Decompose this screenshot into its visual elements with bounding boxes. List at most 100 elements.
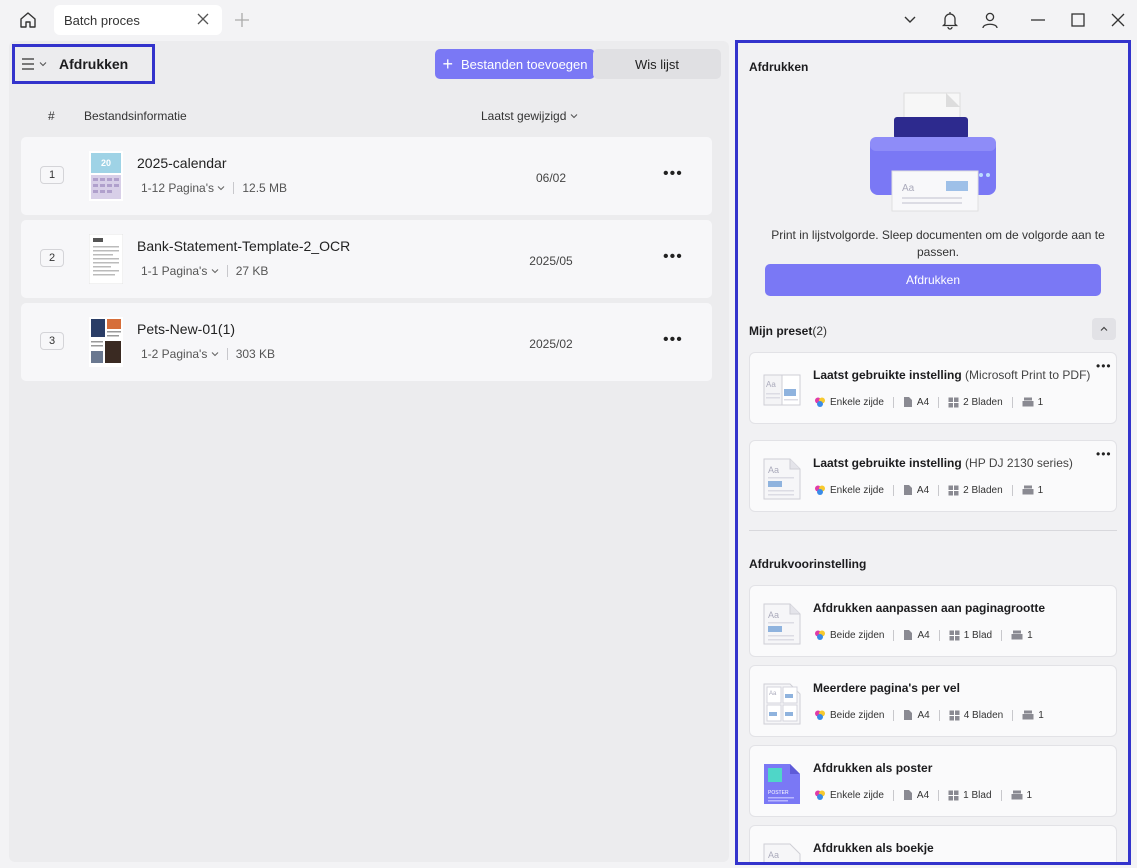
bell-icon[interactable] bbox=[940, 10, 960, 30]
file-meta: 1-2 Pagina's 303 KB bbox=[141, 347, 275, 361]
preset-name: Laatst gebruikte instelling (Microsoft P… bbox=[813, 368, 1091, 382]
table-row[interactable]: 3 Pets-New-01(1) 1-2 Pagina's 303 KB 202… bbox=[21, 303, 712, 381]
sheets-icon bbox=[948, 790, 959, 800]
file-thumbnail: 20 bbox=[89, 151, 123, 201]
preset-options: Beide zijden A4 4 Bladen 1 bbox=[814, 709, 1044, 721]
home-button[interactable] bbox=[14, 8, 42, 32]
preset-options: Enkele zijde A4 2 Bladen 1 bbox=[814, 396, 1043, 408]
clear-list-button[interactable]: Wis lijst bbox=[593, 49, 721, 79]
color-icon bbox=[815, 790, 825, 800]
sheets-icon bbox=[949, 710, 960, 720]
table-row[interactable]: 2 Bank-Statement-Template-2_OCR 1-1 Pagi… bbox=[21, 220, 712, 298]
tab-label: Batch proces bbox=[64, 12, 140, 28]
multi-page-icon: Aa bbox=[763, 683, 801, 725]
more-options-icon[interactable]: ••• bbox=[1096, 359, 1112, 373]
row-index: 2 bbox=[40, 249, 64, 267]
home-icon bbox=[20, 12, 36, 28]
print-panel-title: Afdrukken bbox=[749, 60, 809, 74]
more-options-icon[interactable]: ••• bbox=[663, 248, 683, 266]
svg-text:Aa: Aa bbox=[902, 183, 915, 194]
color-icon bbox=[815, 485, 825, 495]
sheets-icon bbox=[948, 397, 959, 407]
mode-menu[interactable]: Afdrukken bbox=[12, 44, 155, 84]
preset-name: Afdrukken als poster bbox=[813, 761, 933, 775]
sort-chevron-icon bbox=[571, 114, 578, 119]
page-title: Afdrukken bbox=[59, 56, 129, 72]
modified-date: 2025/02 bbox=[529, 337, 573, 351]
paper-size-icon bbox=[904, 630, 913, 640]
preset-card[interactable]: Aa Laatst gebruikte instelling (HP DJ 21… bbox=[749, 440, 1117, 512]
more-options-icon[interactable]: ••• bbox=[1096, 447, 1112, 461]
chevron-down-icon bbox=[39, 62, 47, 67]
row-index: 1 bbox=[40, 166, 64, 184]
close-tab-icon[interactable] bbox=[196, 12, 210, 26]
new-tab-icon[interactable] bbox=[232, 10, 252, 30]
preset-card[interactable]: Aa Afdrukken als boekje bbox=[749, 825, 1117, 862]
my-preset-title: Mijn preset(2) bbox=[749, 324, 828, 338]
file-meta: 1-12 Pagina's 12.5 MB bbox=[141, 181, 287, 195]
svg-text:Aa: Aa bbox=[769, 691, 777, 697]
svg-text:Aa: Aa bbox=[768, 610, 779, 620]
file-size: 303 KB bbox=[235, 347, 276, 361]
svg-text:Aa: Aa bbox=[766, 380, 776, 389]
table-row[interactable]: 1 20 2025-calendar 1-12 Pagina's 12.5 MB… bbox=[21, 137, 712, 215]
preset-options: Enkele zijde A4 2 Bladen 1 bbox=[814, 484, 1043, 496]
modified-date: 06/02 bbox=[535, 171, 567, 185]
preset-count: (2) bbox=[812, 324, 828, 338]
copies-icon bbox=[1011, 630, 1023, 640]
paper-size-icon bbox=[903, 790, 912, 800]
column-header-info: Bestandsinformatie bbox=[84, 109, 187, 123]
more-options-icon[interactable]: ••• bbox=[663, 165, 683, 183]
column-header-modified[interactable]: Laatst gewijzigd bbox=[481, 109, 578, 123]
page-preview-icon: Aa bbox=[763, 458, 801, 500]
svg-text:Aa: Aa bbox=[768, 465, 779, 475]
divider bbox=[749, 530, 1117, 531]
file-thumbnail bbox=[89, 234, 123, 284]
close-window-icon[interactable] bbox=[1108, 10, 1128, 30]
print-button[interactable]: Afdrukken bbox=[765, 264, 1101, 296]
copies-icon bbox=[1011, 790, 1023, 800]
preset-card[interactable]: Aa Laatst gebruikte instelling (Microsof… bbox=[749, 352, 1117, 424]
file-name: Pets-New-01(1) bbox=[137, 321, 236, 337]
copies-icon bbox=[1022, 485, 1034, 495]
preset-card[interactable]: Aa Meerdere pagina's per vel Beide zijde… bbox=[749, 665, 1117, 737]
sheets-icon bbox=[949, 630, 960, 640]
chevron-up-icon bbox=[1100, 326, 1108, 331]
book-preview-icon: Aa bbox=[763, 374, 801, 406]
file-name: 2025-calendar bbox=[137, 155, 227, 171]
file-name: Bank-Statement-Template-2_OCR bbox=[137, 238, 351, 254]
paper-size-icon bbox=[904, 710, 913, 720]
chevron-down-icon bbox=[211, 269, 219, 274]
preset-name: Laatst gebruikte instelling (HP DJ 2130 … bbox=[813, 456, 1073, 470]
chevron-down-icon bbox=[217, 186, 225, 191]
print-description: Print in lijstvolgorde. Sleep documenten… bbox=[771, 228, 1105, 259]
copies-icon bbox=[1022, 397, 1034, 407]
preset-card[interactable]: Aa Afdrukken aanpassen aan paginagrootte… bbox=[749, 585, 1117, 657]
chevron-down-icon[interactable] bbox=[902, 10, 918, 30]
maximize-icon[interactable] bbox=[1068, 10, 1088, 30]
svg-text:20: 20 bbox=[101, 158, 111, 168]
add-files-button[interactable]: + Bestanden toevoegen bbox=[435, 49, 595, 79]
file-size: 27 KB bbox=[235, 264, 269, 278]
paper-size-icon bbox=[903, 485, 912, 495]
preset-name: Meerdere pagina's per vel bbox=[813, 681, 960, 695]
modified-date: 2025/05 bbox=[529, 254, 573, 268]
color-icon bbox=[815, 630, 825, 640]
minimize-icon[interactable] bbox=[1028, 10, 1048, 30]
preset-card[interactable]: POSTER Afdrukken als poster Enkele zijde… bbox=[749, 745, 1117, 817]
user-icon[interactable] bbox=[980, 10, 1000, 30]
printer-icon: Aa bbox=[870, 92, 996, 212]
poster-icon: POSTER bbox=[764, 764, 800, 804]
paper-size-icon bbox=[903, 397, 912, 407]
more-options-icon[interactable]: ••• bbox=[663, 331, 683, 349]
tab-batch-process[interactable]: Batch proces bbox=[54, 5, 222, 35]
page-range-dropdown[interactable]: 1-12 Pagina's bbox=[141, 181, 225, 195]
page-range-dropdown[interactable]: 1-2 Pagina's bbox=[141, 347, 219, 361]
page-preview-icon: Aa bbox=[763, 603, 801, 645]
page-range-dropdown[interactable]: 1-1 Pagina's bbox=[141, 264, 219, 278]
hamburger-menu-icon[interactable] bbox=[21, 57, 35, 71]
booklet-icon: Aa bbox=[763, 843, 801, 862]
svg-text:POSTER: POSTER bbox=[768, 790, 789, 796]
collapse-presets-button[interactable] bbox=[1092, 318, 1116, 340]
svg-text:Aa: Aa bbox=[768, 850, 779, 860]
